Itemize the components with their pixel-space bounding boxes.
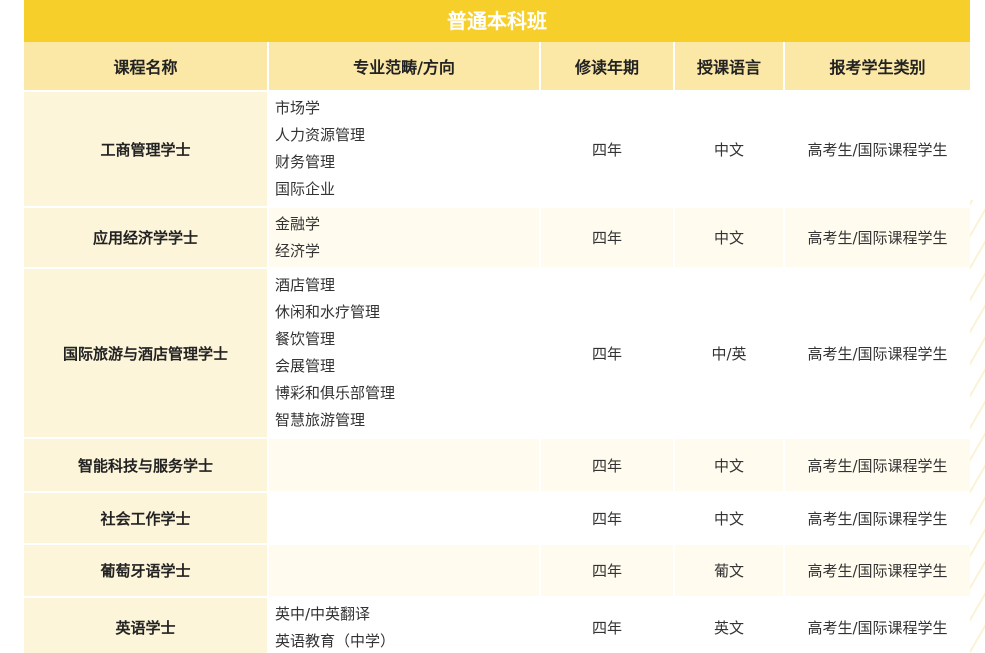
study-years: 四年	[540, 492, 675, 545]
major-item: 休闲和水疗管理	[275, 303, 381, 321]
teaching-language: 中文	[674, 91, 785, 208]
program-table: 课程名称 专业范畴/方向 修读年期 授课语言 报考学生类别 工商管理学士 市场学…	[24, 42, 970, 653]
teaching-language: 中/英	[674, 268, 785, 439]
course-name: 英语学士	[24, 597, 269, 653]
major-item: 经济学	[275, 241, 321, 260]
eligibility: 高考生/国际课程学生	[784, 207, 970, 269]
study-years: 四年	[540, 91, 675, 208]
study-years: 四年	[540, 207, 675, 269]
course-name: 社会工作学士	[24, 492, 269, 545]
program-table-container: 普通本科班 课程名称 专业范畴/方向 修读年期 授课语言 报考学生类别 工商管理…	[24, 0, 970, 653]
major-list	[268, 492, 541, 545]
table-row: 国际旅游与酒店管理学士 酒店管理 休闲和水疗管理 餐饮管理 会展管理 博彩和俱乐…	[24, 268, 970, 439]
major-list: 酒店管理 休闲和水疗管理 餐饮管理 会展管理 博彩和俱乐部管理 智慧旅游管理	[268, 268, 541, 439]
major-item: 餐饮管理	[275, 330, 336, 348]
major-list: 英中/中英翻译 英语教育（中学）	[268, 597, 541, 653]
course-name: 应用经济学学士	[24, 207, 269, 269]
teaching-language: 中文	[674, 492, 785, 545]
eligibility: 高考生/国际课程学生	[784, 91, 970, 208]
page: 普通本科班 课程名称 专业范畴/方向 修读年期 授课语言 报考学生类别 工商管理…	[0, 0, 985, 653]
study-years: 四年	[540, 438, 675, 493]
teaching-language: 中文	[674, 438, 785, 493]
table-row: 工商管理学士 市场学 人力资源管理 财务管理 国际企业 四年 中文 高考生/国际…	[24, 91, 970, 208]
eligibility: 高考生/国际课程学生	[784, 544, 970, 598]
study-years: 四年	[540, 597, 675, 653]
major-list	[268, 544, 541, 598]
major-item: 智慧旅游管理	[275, 411, 366, 429]
major-item: 市场学	[275, 99, 321, 117]
table-row: 应用经济学学士 金融学 经济学 四年 中文 高考生/国际课程学生	[24, 207, 970, 269]
course-name: 国际旅游与酒店管理学士	[24, 268, 269, 439]
eligibility: 高考生/国际课程学生	[784, 268, 970, 439]
major-item: 人力资源管理	[275, 126, 366, 144]
table-row: 社会工作学士 四年 中文 高考生/国际课程学生	[24, 492, 970, 545]
major-item: 英语教育（中学）	[275, 631, 396, 650]
major-list: 市场学 人力资源管理 财务管理 国际企业	[268, 91, 541, 208]
major-item: 博彩和俱乐部管理	[275, 384, 396, 402]
major-list	[268, 438, 541, 493]
table-title: 普通本科班	[24, 0, 970, 42]
teaching-language: 英文	[674, 597, 785, 653]
course-name: 工商管理学士	[24, 91, 269, 208]
study-years: 四年	[540, 268, 675, 439]
major-item: 财务管理	[275, 153, 336, 171]
major-list: 金融学 经济学	[268, 207, 541, 269]
header-years: 修读年期	[540, 42, 675, 92]
major-item: 会展管理	[275, 357, 336, 375]
teaching-language: 中文	[674, 207, 785, 269]
major-item: 酒店管理	[275, 276, 336, 294]
table-row: 葡萄牙语学士 四年 葡文 高考生/国际课程学生	[24, 544, 970, 598]
major-item: 英中/中英翻译	[275, 604, 371, 623]
eligibility: 高考生/国际课程学生	[784, 438, 970, 493]
study-years: 四年	[540, 544, 675, 598]
major-item: 国际企业	[275, 180, 336, 198]
table-row: 智能科技与服务学士 四年 中文 高考生/国际课程学生	[24, 438, 970, 493]
course-name: 智能科技与服务学士	[24, 438, 269, 493]
eligibility: 高考生/国际课程学生	[784, 492, 970, 545]
teaching-language: 葡文	[674, 544, 785, 598]
table-row: 英语学士 英中/中英翻译 英语教育（中学） 四年 英文 高考生/国际课程学生	[24, 597, 970, 653]
header-major: 专业范畴/方向	[268, 42, 541, 92]
header-language: 授课语言	[674, 42, 785, 92]
header-course-name: 课程名称	[24, 42, 269, 92]
major-item: 金融学	[275, 214, 321, 233]
eligibility: 高考生/国际课程学生	[784, 597, 970, 653]
header-row: 课程名称 专业范畴/方向 修读年期 授课语言 报考学生类别	[24, 42, 970, 92]
course-name: 葡萄牙语学士	[24, 544, 269, 598]
header-eligibility: 报考学生类别	[784, 42, 970, 92]
